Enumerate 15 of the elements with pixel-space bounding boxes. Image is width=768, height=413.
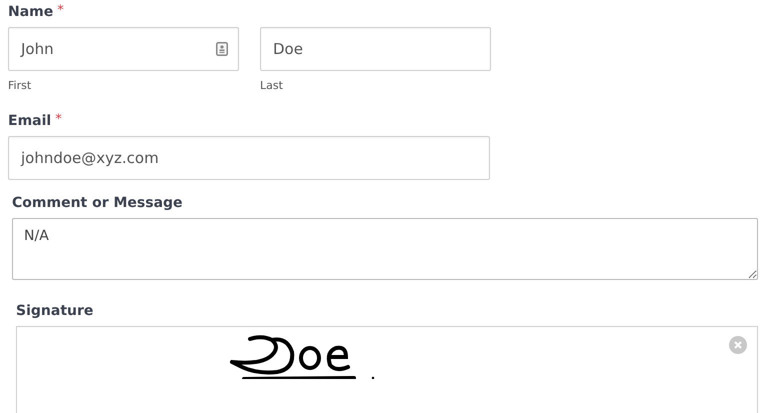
signature-pad[interactable]	[16, 326, 758, 413]
text-field[interactable]: John	[8, 27, 239, 71]
contact-card-icon[interactable]	[216, 42, 228, 56]
field-label: Signature	[16, 302, 94, 320]
field-sublabel: First	[8, 78, 32, 94]
text-field[interactable]: Doe	[260, 27, 491, 71]
field-sublabel: Last	[260, 78, 284, 94]
field-label: Email	[8, 112, 52, 130]
message-field[interactable]: N/A	[12, 218, 758, 280]
required-mark: *	[55, 112, 62, 128]
required-mark: *	[57, 3, 64, 19]
field-label: Comment or Message	[12, 194, 183, 212]
email-field[interactable]: johndoe@xyz.com	[8, 136, 490, 180]
field-label: Name	[8, 3, 54, 21]
clear-icon[interactable]	[729, 336, 747, 354]
